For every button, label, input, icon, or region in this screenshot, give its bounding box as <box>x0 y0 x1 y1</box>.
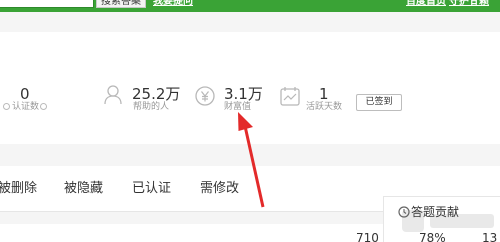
wealth-value: 3.1万 <box>224 85 263 103</box>
certification-count-value: 0 <box>20 85 30 103</box>
contribution-icon <box>398 206 410 218</box>
contribution-value-third: 13 <box>482 231 498 242</box>
baidu-home-link[interactable]: 百度首页 <box>406 0 446 9</box>
guard-link[interactable]: 守护甘赖 <box>449 0 489 9</box>
section-divider <box>0 144 500 166</box>
info-icon[interactable] <box>3 103 10 110</box>
wealth-label: 财富值 <box>224 102 252 112</box>
top-bar: 搜索答案 我要提问 百度首页 守护甘赖 <box>0 0 500 12</box>
page-background <box>0 12 500 32</box>
tab-deleted[interactable]: 被删除 <box>0 182 37 196</box>
search-button[interactable]: 搜索答案 <box>96 0 146 8</box>
ask-question-link[interactable]: 我要提问 <box>153 0 193 9</box>
calendar-chart-icon <box>280 87 300 106</box>
people-helped-value: 25.2万 <box>132 85 181 103</box>
active-days-label: 活跃天数 <box>306 102 343 112</box>
info-icon[interactable] <box>40 103 48 110</box>
contribution-value-rate: 78% <box>419 231 446 242</box>
tab-needs-revision[interactable]: 需修改 <box>200 182 239 196</box>
tab-certified[interactable]: 已认证 <box>132 182 171 196</box>
yen-coin-icon <box>195 86 215 106</box>
tab-hidden[interactable]: 被隐藏 <box>64 182 103 196</box>
contribution-title: 答题贡献 <box>411 205 460 219</box>
contribution-value-answers: 710 <box>356 231 379 242</box>
active-days-value: 1 <box>319 85 329 103</box>
checkin-button[interactable]: 已签到 <box>356 94 402 111</box>
info-icon-left <box>2 102 10 112</box>
people-helped-label: 帮助的人 <box>133 102 170 112</box>
search-input[interactable] <box>0 0 94 8</box>
certification-count-label: 认证数 <box>12 102 48 112</box>
person-icon <box>104 85 122 105</box>
